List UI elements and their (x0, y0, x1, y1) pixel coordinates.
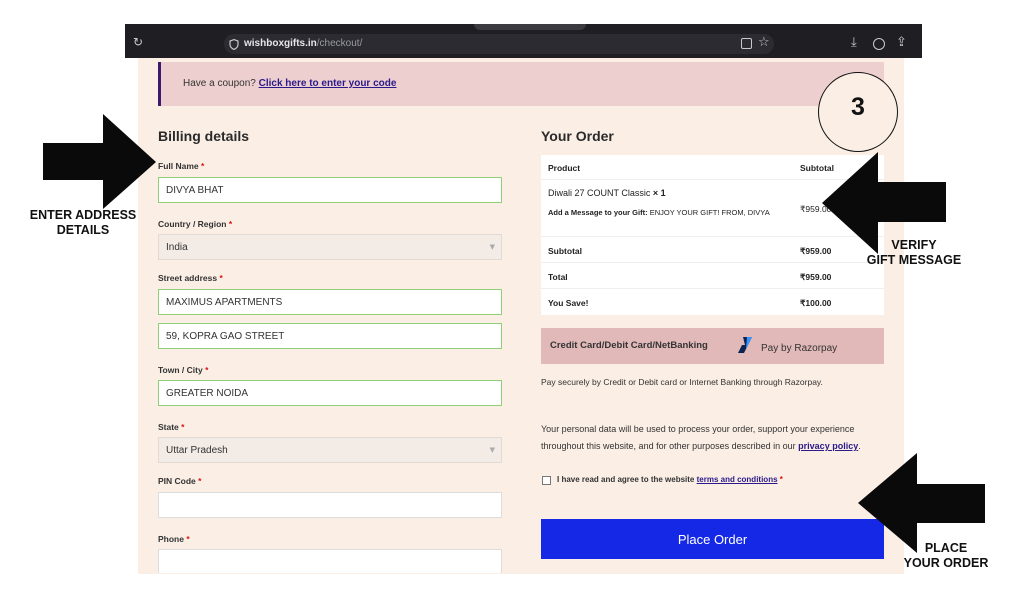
arrow-right-icon (43, 114, 156, 209)
place-order-annotation: PLACE YOUR ORDER (896, 541, 996, 571)
enter-address-line1: ENTER ADDRESS (29, 208, 137, 222)
place-line2: YOUR ORDER (903, 556, 989, 570)
enter-address-line2: DETAILS (56, 223, 110, 237)
step-number: 3 (851, 93, 865, 121)
screenshot-stage: ↻ wishboxgifts.in/checkout/ ☆ ⤓ ⇪ Have a… (0, 0, 1024, 606)
enter-address-annotation: ENTER ADDRESS DETAILS (22, 208, 144, 238)
verify-annotation: VERIFY GIFT MESSAGE (858, 238, 970, 268)
arrow-left-icon (858, 453, 985, 553)
verify-line1: VERIFY (891, 238, 937, 252)
verify-line2: GIFT MESSAGE (866, 253, 962, 267)
place-line1: PLACE (924, 541, 968, 555)
